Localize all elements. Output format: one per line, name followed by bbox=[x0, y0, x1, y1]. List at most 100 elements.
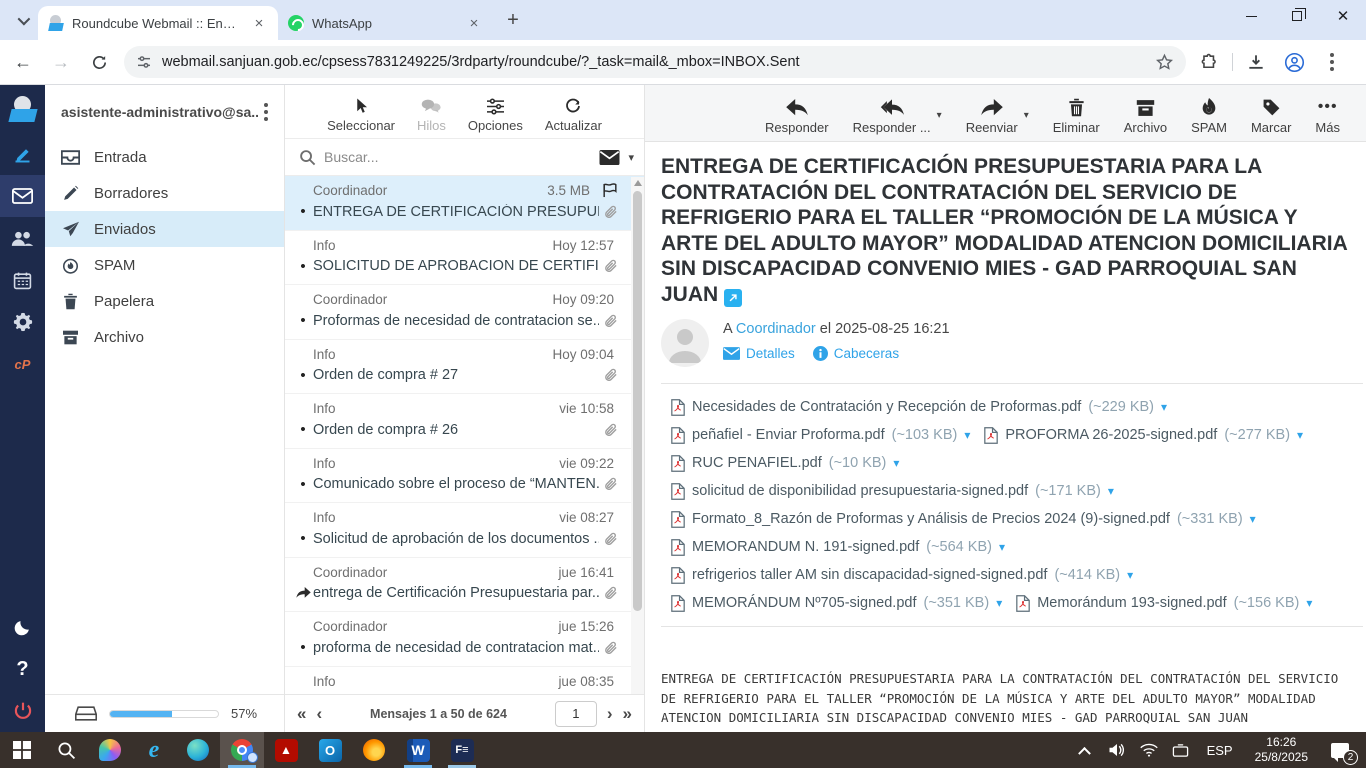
logout-button[interactable] bbox=[0, 690, 45, 732]
external-link-icon[interactable] bbox=[724, 289, 742, 307]
account-menu-button[interactable] bbox=[258, 99, 274, 125]
profile-button[interactable] bbox=[1279, 47, 1309, 77]
next-page-button[interactable]: › bbox=[607, 704, 613, 724]
folder-archivo[interactable]: Archivo bbox=[45, 319, 284, 355]
refresh-button[interactable]: Actualizar bbox=[545, 97, 602, 133]
volume-button[interactable] bbox=[1103, 732, 1131, 768]
folder-enviados[interactable]: Enviados bbox=[45, 211, 284, 247]
first-page-button[interactable]: « bbox=[297, 704, 306, 724]
taskbar-word-button[interactable]: W bbox=[396, 732, 440, 768]
network-button[interactable] bbox=[1135, 732, 1163, 768]
taskbar-outlook-button[interactable]: O bbox=[308, 732, 352, 768]
extensions-button[interactable] bbox=[1194, 47, 1224, 77]
message-row[interactable]: CoordinadorHoy 09:20 Proformas de necesi… bbox=[285, 285, 644, 340]
message-row[interactable]: InfoHoy 09:04 Orden de compra # 27 bbox=[285, 340, 644, 395]
headers-toggle[interactable]: Cabeceras bbox=[813, 346, 899, 361]
taskbar-search-button[interactable] bbox=[44, 732, 88, 768]
taskbar-copilot-button[interactable] bbox=[88, 732, 132, 768]
message-row[interactable]: Coordinadorjue 15:26 proforma de necesid… bbox=[285, 612, 644, 667]
folder-papelera[interactable]: Papelera bbox=[45, 283, 284, 319]
start-button[interactable] bbox=[0, 732, 44, 768]
threads-button[interactable]: Hilos bbox=[417, 98, 446, 133]
attachment-menu-caret[interactable]: ▾ bbox=[1297, 428, 1303, 442]
bookmark-star-icon[interactable] bbox=[1155, 53, 1174, 72]
notification-center-button[interactable]: 2 bbox=[1322, 732, 1358, 768]
prev-page-button[interactable]: ‹ bbox=[316, 704, 322, 724]
attachment-menu-caret[interactable]: ▾ bbox=[1161, 400, 1167, 414]
attachment-chip[interactable]: PROFORMA 26-2025-signed.pdf(~277 KB)▾ bbox=[984, 421, 1303, 449]
attachment-menu-caret[interactable]: ▾ bbox=[999, 540, 1005, 554]
rail-contacts-button[interactable] bbox=[0, 217, 45, 259]
attachment-menu-caret[interactable]: ▾ bbox=[964, 428, 970, 442]
roundcube-logo[interactable] bbox=[0, 85, 45, 133]
tab-whatsapp[interactable]: WhatsApp × bbox=[278, 6, 493, 40]
minimize-button[interactable] bbox=[1228, 0, 1274, 32]
close-tab-icon[interactable]: × bbox=[250, 14, 268, 32]
rail-cpanel-button[interactable]: cP bbox=[0, 343, 45, 385]
mark-button[interactable]: Marcar bbox=[1251, 98, 1291, 135]
restore-button[interactable] bbox=[1274, 0, 1320, 32]
options-button[interactable]: Opciones bbox=[468, 98, 523, 133]
search-input[interactable] bbox=[324, 149, 591, 165]
address-bar[interactable]: webmail.sanjuan.gob.ec/cpsess7831249225/… bbox=[124, 46, 1186, 78]
attachment-menu-caret[interactable]: ▾ bbox=[996, 596, 1002, 610]
select-button[interactable]: Seleccionar bbox=[327, 97, 395, 133]
page-number-input[interactable] bbox=[555, 701, 597, 727]
display-connect-button[interactable] bbox=[1167, 732, 1195, 768]
close-tab-icon[interactable]: × bbox=[465, 14, 483, 32]
archive-button[interactable]: Archivo bbox=[1124, 99, 1167, 135]
rail-settings-button[interactable] bbox=[0, 301, 45, 343]
attachment-chip[interactable]: Memorándum 193-signed.pdf(~156 KB)▾ bbox=[1016, 589, 1312, 617]
attachment-menu-caret[interactable]: ▾ bbox=[1108, 484, 1114, 498]
folder-spam[interactable]: SPAM bbox=[45, 247, 284, 283]
tab-search-button[interactable] bbox=[8, 6, 36, 34]
attachment-chip[interactable]: MEMORANDUM N. 191-signed.pdf(~564 KB)▾ bbox=[671, 533, 1005, 561]
reply-button[interactable]: Responder bbox=[765, 99, 829, 135]
clock[interactable]: 16:26 25/8/2025 bbox=[1245, 735, 1318, 765]
dark-mode-button[interactable] bbox=[0, 606, 45, 648]
reply-all-button[interactable]: Responder ... bbox=[853, 99, 931, 135]
taskbar-chrome-button[interactable] bbox=[220, 732, 264, 768]
close-window-button[interactable]: ✕ bbox=[1320, 0, 1366, 32]
rail-calendar-button[interactable] bbox=[0, 259, 45, 301]
downloads-button[interactable] bbox=[1241, 47, 1271, 77]
message-row[interactable]: Infovie 08:27 Solicitud de aprobación de… bbox=[285, 503, 644, 558]
search-scope-mail-icon[interactable] bbox=[599, 150, 620, 165]
help-button[interactable]: ? bbox=[0, 648, 45, 690]
delete-button[interactable]: Eliminar bbox=[1053, 98, 1100, 135]
attachment-chip[interactable]: Necesidades de Contratación y Recepción … bbox=[671, 393, 1167, 421]
tab-roundcube[interactable]: Roundcube Webmail :: Enviados × bbox=[38, 6, 278, 40]
folder-borradores[interactable]: Borradores bbox=[45, 175, 284, 211]
taskbar-ie-button[interactable]: e bbox=[132, 732, 176, 768]
attachment-chip[interactable]: peñafiel - Enviar Proforma.pdf(~103 KB)▾ bbox=[671, 421, 970, 449]
message-row[interactable]: InfoHoy 12:57 SOLICITUD DE APROBACION DE… bbox=[285, 231, 644, 286]
site-info-icon[interactable] bbox=[136, 54, 152, 70]
message-row[interactable]: Infovie 10:58 Orden de compra # 26 bbox=[285, 394, 644, 449]
attachment-chip[interactable]: RUC PENAFIEL.pdf(~10 KB)▾ bbox=[671, 449, 899, 477]
forward-caret[interactable]: ▾ bbox=[1024, 110, 1029, 121]
rail-mail-button[interactable] bbox=[0, 175, 45, 217]
attachment-chip[interactable]: solicitud de disponibilidad presupuestar… bbox=[671, 477, 1114, 505]
recipient-link[interactable]: Coordinador bbox=[736, 321, 816, 337]
more-button[interactable]: ••• Más bbox=[1315, 97, 1340, 135]
forward-button-toolbar[interactable]: Reenviar bbox=[966, 99, 1018, 135]
attachment-menu-caret[interactable]: ▾ bbox=[1250, 512, 1256, 526]
attachment-menu-caret[interactable]: ▾ bbox=[1306, 596, 1312, 610]
search-options-chevron[interactable]: ▾ bbox=[628, 151, 634, 164]
attachment-menu-caret[interactable]: ▾ bbox=[893, 456, 899, 470]
last-page-button[interactable]: » bbox=[623, 704, 632, 724]
back-button[interactable]: ← bbox=[8, 47, 38, 77]
taskbar-firefox-button[interactable] bbox=[352, 732, 396, 768]
reply-all-caret[interactable]: ▾ bbox=[937, 110, 942, 121]
attachment-chip[interactable]: Formato_8_Razón de Proformas y Análisis … bbox=[671, 505, 1256, 533]
message-row[interactable]: Coordinador3.5 MB ENTREGA DE CERTIFICACI… bbox=[285, 176, 644, 231]
attachment-chip[interactable]: MEMORÁNDUM Nº705-signed.pdf(~351 KB)▾ bbox=[671, 589, 1002, 617]
reload-button[interactable] bbox=[84, 47, 114, 77]
new-tab-button[interactable]: + bbox=[499, 6, 527, 34]
attachment-chip[interactable]: refrigerios taller AM sin discapacidad-s… bbox=[671, 561, 1133, 589]
language-indicator[interactable]: ESP bbox=[1199, 743, 1241, 758]
taskbar-app-f-button[interactable]: F≡ bbox=[440, 732, 484, 768]
scrollbar-thumb[interactable] bbox=[633, 191, 642, 611]
browser-menu-button[interactable] bbox=[1317, 47, 1347, 77]
list-scrollbar[interactable] bbox=[631, 177, 644, 694]
